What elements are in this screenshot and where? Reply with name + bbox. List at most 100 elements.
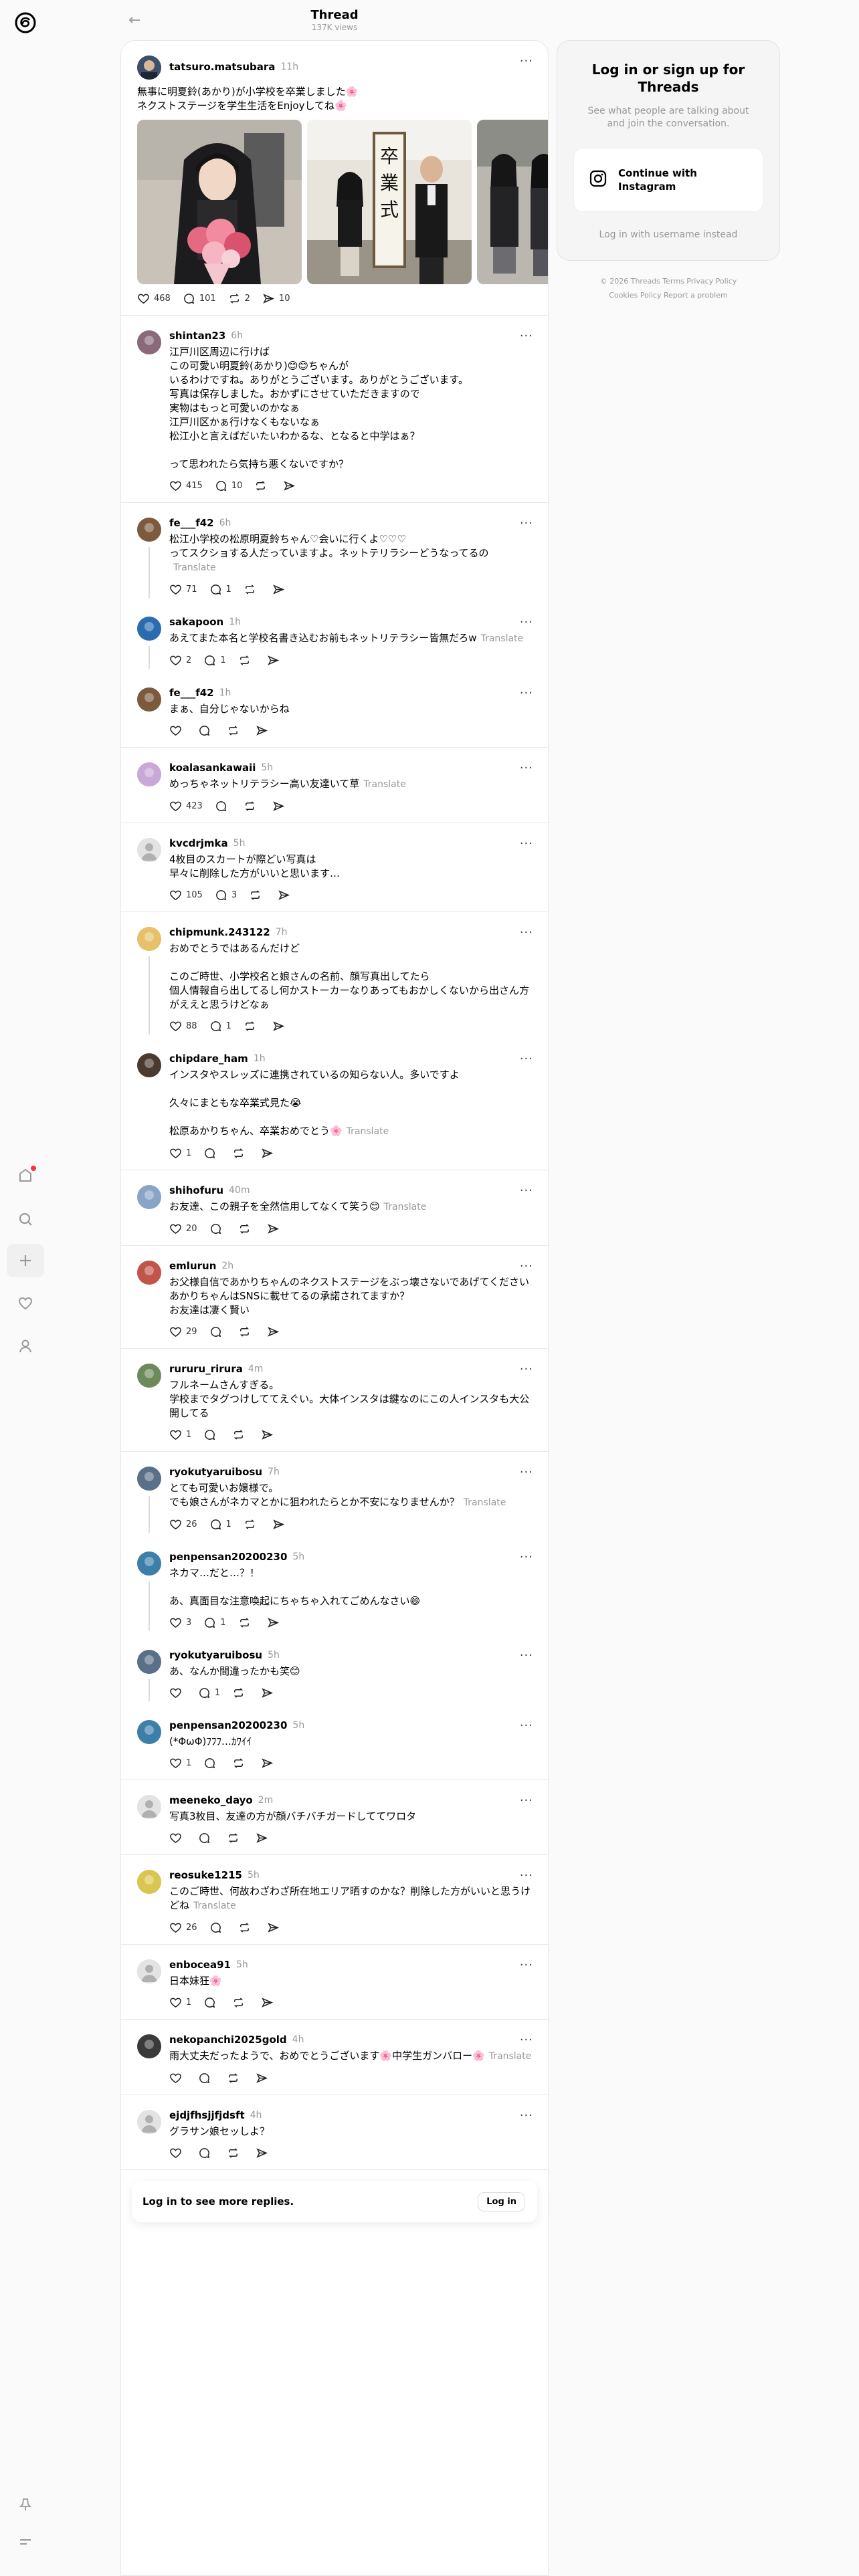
reply-button[interactable]: 1 <box>209 1020 231 1033</box>
more-icon[interactable]: ··· <box>520 761 533 775</box>
like-button[interactable]: 415 <box>169 479 203 492</box>
reply-button[interactable]: 10 <box>215 479 242 492</box>
reply-button[interactable]: 1 <box>209 583 231 596</box>
avatar[interactable] <box>137 1185 161 1209</box>
reply-button[interactable] <box>209 1325 226 1338</box>
share-button[interactable] <box>283 479 300 492</box>
create-icon[interactable] <box>7 1244 44 1277</box>
more-icon[interactable]: ··· <box>520 686 533 700</box>
like-button[interactable]: 1 <box>169 1428 191 1441</box>
reply-username[interactable]: chipmunk.243122 <box>169 926 270 938</box>
share-button[interactable] <box>272 583 289 596</box>
reply-username[interactable]: enbocea91 <box>169 1959 231 1971</box>
reply-username[interactable]: shintan23 <box>169 330 225 342</box>
login-button[interactable]: Log in <box>478 2191 525 2212</box>
avatar[interactable] <box>137 687 161 712</box>
more-icon[interactable]: ··· <box>520 1362 533 1376</box>
avatar[interactable] <box>137 1364 161 1388</box>
avatar[interactable] <box>137 1467 161 1491</box>
like-button[interactable]: 88 <box>169 1020 197 1033</box>
share-button[interactable] <box>272 1020 289 1033</box>
search-icon[interactable] <box>7 1202 44 1236</box>
like-button[interactable]: 423 <box>169 800 203 813</box>
share-button[interactable] <box>267 654 284 667</box>
reply-button[interactable] <box>209 1222 226 1235</box>
like-button[interactable]: 1 <box>169 1996 191 2009</box>
repost-button[interactable] <box>249 889 266 901</box>
username-login-link[interactable]: Log in with username instead <box>557 229 779 240</box>
share-button[interactable] <box>267 1325 284 1338</box>
more-icon[interactable]: ··· <box>520 837 533 851</box>
reply-username[interactable]: kvcdrjmka <box>169 837 228 849</box>
translate-link[interactable]: Translate <box>347 1126 389 1137</box>
more-icon[interactable]: ··· <box>520 329 533 343</box>
share-button[interactable] <box>256 1832 272 1844</box>
avatar[interactable] <box>137 56 161 80</box>
translate-link[interactable]: Translate <box>173 562 216 573</box>
more-icon[interactable]: ··· <box>520 54 533 68</box>
reply-button[interactable] <box>198 724 215 737</box>
photo-gallery[interactable]: 卒 業 式 <box>137 120 548 284</box>
avatar[interactable] <box>137 1720 161 1744</box>
share-button[interactable] <box>261 1428 278 1441</box>
avatar[interactable] <box>137 1261 161 1285</box>
reply-button[interactable] <box>203 1757 220 1769</box>
share-button[interactable] <box>256 2147 272 2159</box>
repost-button[interactable] <box>238 1921 255 1934</box>
menu-icon[interactable] <box>7 2525 44 2559</box>
translate-link[interactable]: Translate <box>384 1202 427 1212</box>
more-icon[interactable]: ··· <box>520 1868 533 1883</box>
like-button[interactable]: 29 <box>169 1325 197 1338</box>
repost-button[interactable] <box>232 1147 249 1160</box>
repost-button[interactable] <box>227 1832 244 1844</box>
reply-button[interactable] <box>203 1996 220 2009</box>
avatar[interactable] <box>137 1053 161 1077</box>
more-icon[interactable]: ··· <box>520 1719 533 1733</box>
repost-button[interactable] <box>244 1020 260 1033</box>
repost-button[interactable] <box>227 724 244 737</box>
reply-button[interactable]: 3 <box>215 889 237 901</box>
profile-icon[interactable] <box>7 1329 44 1363</box>
like-button[interactable]: 105 <box>169 889 203 901</box>
share-button[interactable] <box>267 1921 284 1934</box>
reply-button[interactable]: 1 <box>203 1616 226 1629</box>
repost-button[interactable] <box>232 1757 249 1769</box>
avatar[interactable] <box>137 2034 161 2058</box>
reply-username[interactable]: sakapoon <box>169 616 223 628</box>
repost-button[interactable] <box>227 2072 244 2084</box>
avatar[interactable] <box>137 1551 161 1576</box>
reply-username[interactable]: reosuke1215 <box>169 1869 242 1881</box>
threads-logo-icon[interactable] <box>12 9 39 36</box>
reply-username[interactable]: nekopanchi2025gold <box>169 2034 287 2046</box>
reply-button[interactable] <box>209 1921 226 1934</box>
heart-icon[interactable] <box>7 1287 44 1320</box>
like-button[interactable] <box>169 2147 186 2159</box>
repost-button[interactable] <box>232 1996 249 2009</box>
translate-link[interactable]: Translate <box>489 2051 532 2062</box>
repost-button[interactable] <box>232 1428 249 1441</box>
reply-username[interactable]: ejdjfhsjjfjdsft <box>169 2109 245 2121</box>
avatar[interactable] <box>137 330 161 354</box>
share-button[interactable] <box>256 2072 272 2084</box>
reply-button[interactable]: 101 <box>183 292 216 305</box>
like-button[interactable]: 20 <box>169 1222 197 1235</box>
reply-button[interactable] <box>198 2072 215 2084</box>
graduation-photo-sign[interactable]: 卒 業 式 <box>307 120 472 284</box>
avatar[interactable] <box>137 617 161 641</box>
share-button[interactable] <box>267 1616 284 1629</box>
share-button[interactable] <box>272 1518 289 1531</box>
more-icon[interactable]: ··· <box>520 1259 533 1273</box>
like-button[interactable]: 1 <box>169 1757 191 1769</box>
more-icon[interactable]: ··· <box>520 516 533 530</box>
repost-button[interactable] <box>238 1222 255 1235</box>
reply-button[interactable]: 1 <box>198 1687 220 1699</box>
reply-username[interactable]: rururu_rirura <box>169 1363 243 1375</box>
more-icon[interactable]: ··· <box>520 2033 533 2047</box>
avatar[interactable] <box>137 2110 161 2134</box>
avatar[interactable] <box>137 1870 161 1894</box>
more-icon[interactable]: ··· <box>520 1052 533 1066</box>
like-button[interactable]: 26 <box>169 1518 197 1531</box>
like-button[interactable] <box>169 1687 186 1699</box>
more-icon[interactable]: ··· <box>520 1648 533 1662</box>
reply-username[interactable]: meeneko_dayo <box>169 1794 253 1806</box>
